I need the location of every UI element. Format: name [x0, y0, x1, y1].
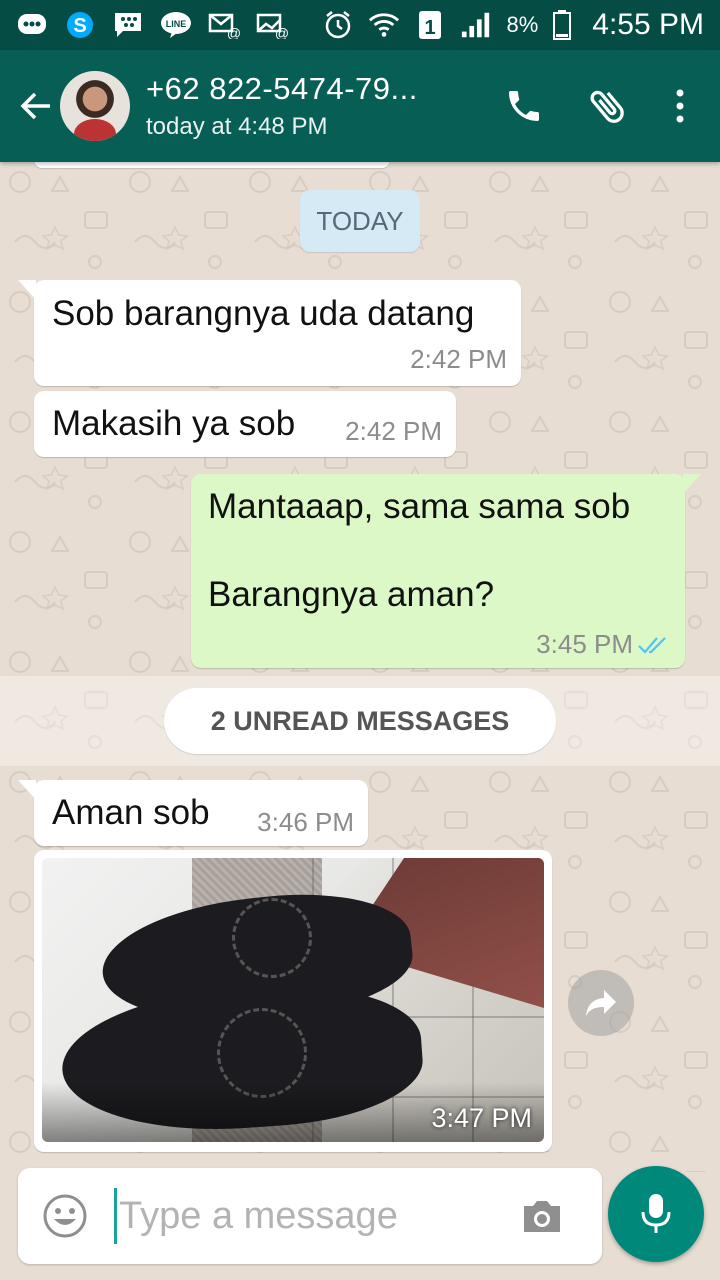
email-icon: @: [208, 10, 240, 40]
message-input[interactable]: [119, 1194, 499, 1238]
date-divider: TODAY: [300, 190, 420, 252]
message-time: 3:45 PM: [536, 629, 633, 659]
message-text: Sob barangnya uda datang: [52, 294, 475, 333]
blackberry-icon: [112, 10, 144, 40]
forward-button[interactable]: [568, 970, 634, 1036]
incoming-message[interactable]: Aman sob 3:46 PM: [18, 780, 368, 846]
alarm-icon: [322, 10, 354, 40]
camera-icon[interactable]: [518, 1192, 566, 1240]
paperclip-icon: [590, 90, 624, 123]
sim-icon: 1: [414, 10, 446, 40]
status-time: 4:55 PM: [592, 8, 704, 41]
message-time: 2:42 PM: [410, 344, 507, 374]
message-time: 3:46 PM: [257, 807, 354, 837]
contact-name: +62 822-5474-79...: [146, 71, 418, 106]
message-composer: [18, 1168, 602, 1264]
read-receipt-icon: [638, 637, 666, 654]
message-time: 2:42 PM: [345, 416, 442, 446]
unread-messages-divider: 2 UNREAD MESSAGES: [164, 688, 556, 754]
call-button[interactable]: [502, 84, 546, 128]
chat-area[interactable]: TODAY Sob barangnya uda datang 2:42 PM M…: [0, 162, 720, 1172]
svg-text:LINE: LINE: [166, 19, 187, 29]
text-cursor: [114, 1188, 117, 1244]
signal-icon: [460, 10, 492, 40]
line-icon: LINE: [160, 10, 192, 40]
message-text: Makasih ya sob: [52, 404, 296, 443]
battery-percent: 8%: [506, 12, 539, 37]
emoji-icon[interactable]: [42, 1193, 88, 1239]
more-vert-icon: [676, 89, 684, 123]
svg-text:S: S: [73, 15, 86, 37]
bbm-icon: [16, 10, 48, 40]
email-icon: @: [256, 10, 288, 40]
mic-icon: [641, 1194, 671, 1233]
message-text-line-1: Mantaaap, sama sama sob: [208, 487, 631, 526]
more-options-button[interactable]: [670, 84, 690, 128]
forward-icon: [586, 990, 616, 1016]
shoes-photo[interactable]: 3:47 PM: [42, 858, 544, 1142]
message-time: 3:47 PM: [431, 1103, 532, 1133]
previous-message-bubble: [34, 162, 390, 168]
incoming-message[interactable]: Makasih ya sob 2:42 PM: [34, 391, 456, 457]
last-seen: today at 4:48 PM: [146, 113, 328, 140]
phone-icon: [509, 91, 539, 121]
outgoing-message[interactable]: Mantaaap, sama sama sob Barangnya aman? …: [191, 474, 701, 668]
message-text-line-2: Barangnya aman?: [208, 575, 495, 614]
image-message[interactable]: 3:47 PM: [34, 850, 552, 1152]
message-text: Aman sob: [52, 793, 210, 832]
battery-icon: [552, 10, 572, 40]
chat-header: +62 822-5474-79... today at 4:48 PM: [0, 50, 720, 162]
attach-button[interactable]: [586, 84, 630, 128]
svg-text:1: 1: [425, 17, 436, 39]
svg-text:@: @: [227, 25, 240, 39]
status-bar: S LINE @ @ 1 8% 4:55 PM: [0, 0, 720, 50]
svg-text:@: @: [275, 25, 288, 39]
skype-icon: S: [64, 10, 96, 40]
voice-message-button[interactable]: [608, 1166, 704, 1262]
arrow-back-icon: [20, 92, 50, 120]
incoming-message[interactable]: Sob barangnya uda datang 2:42 PM: [18, 280, 521, 386]
back-button[interactable]: [14, 76, 58, 136]
contact-info[interactable]: +62 822-5474-79... today at 4:48 PM: [146, 71, 502, 141]
avatar[interactable]: [60, 71, 130, 141]
wifi-icon: [368, 10, 400, 40]
